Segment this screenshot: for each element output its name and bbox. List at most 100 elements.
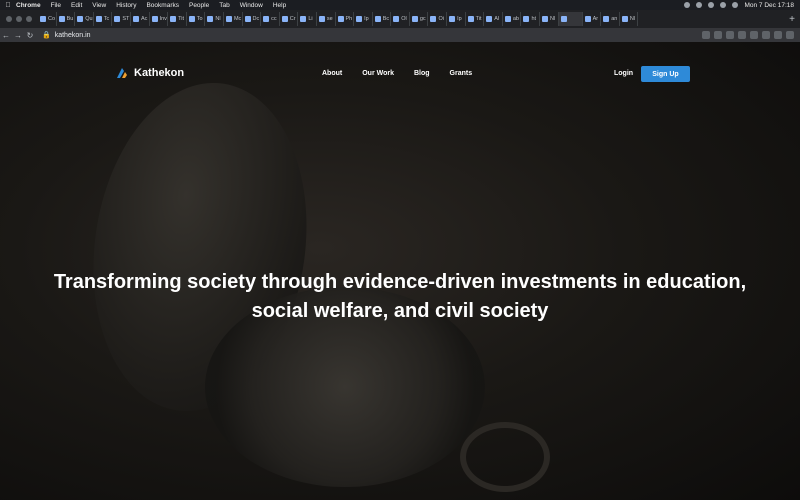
browser-tab[interactable]: Al (484, 12, 503, 26)
tab-title: Bc (382, 16, 390, 22)
more-options-icon[interactable] (786, 31, 794, 39)
menu-people[interactable]: People (189, 2, 209, 9)
tab-title: Co (48, 16, 56, 22)
browser-tab[interactable]: ab (503, 12, 522, 26)
menu-window[interactable]: Window (240, 2, 263, 9)
browser-tab[interactable]: Nl (620, 12, 639, 26)
clock[interactable]: Mon 7 Dec 17:18 (744, 2, 794, 9)
menu-help[interactable]: Help (273, 2, 286, 9)
window-controls (0, 16, 38, 22)
tab-favicon-icon (244, 16, 251, 22)
extension-icon[interactable] (750, 31, 758, 39)
browser-tab[interactable]: cc (261, 12, 280, 26)
menu-file[interactable]: File (51, 2, 61, 9)
browser-tab[interactable]: Cr (280, 12, 299, 26)
tab-favicon-icon (114, 16, 121, 22)
menu-edit[interactable]: Edit (71, 2, 82, 9)
browser-tab[interactable]: Tit (466, 12, 485, 26)
browser-tab[interactable]: gc (410, 12, 429, 26)
logo-text: Kathekon (134, 67, 185, 79)
tab-title: Ol (401, 16, 407, 22)
close-window-button[interactable] (6, 16, 12, 22)
browser-tab[interactable]: Qu (75, 12, 94, 26)
address-bar[interactable]: 🔒 kathekon.in (42, 31, 702, 40)
browser-tab[interactable]: Dc (243, 12, 262, 26)
new-tab-button[interactable]: + (784, 14, 800, 25)
sign-up-button[interactable]: Sign Up (641, 66, 690, 82)
browser-tab[interactable]: Nl (205, 12, 224, 26)
browser-tab[interactable]: Ip (447, 12, 466, 26)
menu-view[interactable]: View (92, 2, 106, 9)
browser-tab[interactable]: Ac (131, 12, 150, 26)
browser-tab[interactable]: Bc (373, 12, 392, 26)
extensions-puzzle-icon[interactable] (762, 31, 770, 39)
tab-favicon-icon (430, 16, 437, 22)
wifi-icon[interactable] (720, 2, 727, 8)
login-link[interactable]: Login (614, 70, 633, 77)
browser-tab[interactable] (558, 12, 583, 26)
tab-favicon-icon (188, 16, 195, 22)
nav-blog[interactable]: Blog (414, 70, 430, 77)
menu-bookmarks[interactable]: Bookmarks (146, 2, 179, 9)
browser-tab[interactable]: Tc (94, 12, 113, 26)
browser-tab[interactable]: ht (521, 12, 541, 26)
tab-title: ST (122, 16, 130, 22)
tab-favicon-icon (40, 16, 46, 22)
tab-title: Ac (140, 16, 148, 22)
tab-title: Bu (66, 16, 74, 22)
browser-tab[interactable]: Ol (391, 12, 410, 26)
forward-arrow-icon[interactable]: → (12, 31, 24, 40)
browser-tab[interactable]: Ar (583, 12, 602, 26)
extension-icon[interactable] (714, 31, 722, 39)
back-arrow-icon[interactable]: ← (0, 31, 12, 40)
nav-about[interactable]: About (322, 70, 342, 77)
site-logo[interactable]: Kathekon (115, 66, 184, 80)
menu-tab[interactable]: Tab (219, 2, 229, 9)
browser-tab[interactable]: To (187, 12, 206, 26)
browser-tab[interactable]: ST (112, 12, 131, 26)
nav-grants[interactable]: Grants (450, 70, 473, 77)
search-icon[interactable] (732, 2, 739, 8)
browser-tab[interactable]: an (601, 12, 620, 26)
browser-tab[interactable]: Li (298, 12, 317, 26)
hero-heading: Transforming society through evidence-dr… (30, 268, 770, 326)
tab-list: Co Bu Qu Tc ST Ac Inv Tit To Nl Mc Dc cc Cr Li se Ph Ip Bc… (38, 12, 784, 26)
extensions-area (702, 31, 800, 39)
profile-avatar[interactable] (774, 31, 782, 39)
browser-tab[interactable]: Inv (150, 12, 169, 26)
tab-favicon-icon (603, 16, 610, 22)
url-text: kathekon.in (54, 31, 91, 39)
browser-tab[interactable]: Ip (354, 12, 373, 26)
browser-toolbar: ← → ↻ 🔒 kathekon.in (0, 28, 800, 42)
tab-title: Tc (103, 16, 110, 22)
browser-tab[interactable]: Mc (224, 12, 243, 26)
tab-title: Nl (215, 16, 221, 22)
tab-title: Ar (592, 16, 599, 22)
tray-icon[interactable] (696, 2, 703, 8)
browser-tab[interactable]: Nl (540, 12, 559, 26)
apple-icon[interactable]:  (0, 2, 16, 9)
tab-favicon-icon (263, 16, 270, 22)
browser-tab[interactable]: se (317, 12, 336, 26)
menu-history[interactable]: History (116, 2, 136, 9)
tab-title: Ip (457, 16, 462, 22)
tab-title: Mc (233, 16, 242, 22)
minimize-window-button[interactable] (16, 16, 22, 22)
tab-favicon-icon (58, 16, 65, 22)
browser-tab[interactable]: Co (38, 12, 57, 26)
nav-our-work[interactable]: Our Work (362, 70, 394, 77)
browser-tab[interactable]: Tit (168, 12, 187, 26)
menu-app-name[interactable]: Chrome (16, 2, 41, 9)
extension-icon[interactable] (738, 31, 746, 39)
browser-tab[interactable]: Bu (57, 12, 76, 26)
maximize-window-button[interactable] (26, 16, 32, 22)
bluetooth-icon[interactable] (708, 2, 715, 8)
tab-title: Dc (252, 16, 260, 22)
extension-icon[interactable] (726, 31, 734, 39)
bookmark-star-icon[interactable] (702, 31, 710, 39)
reload-icon[interactable]: ↻ (24, 31, 36, 40)
tab-favicon-icon (281, 16, 288, 22)
browser-tab[interactable]: Ph (336, 12, 355, 26)
browser-tab[interactable]: Oi (428, 12, 448, 26)
tray-icon[interactable] (684, 2, 691, 8)
